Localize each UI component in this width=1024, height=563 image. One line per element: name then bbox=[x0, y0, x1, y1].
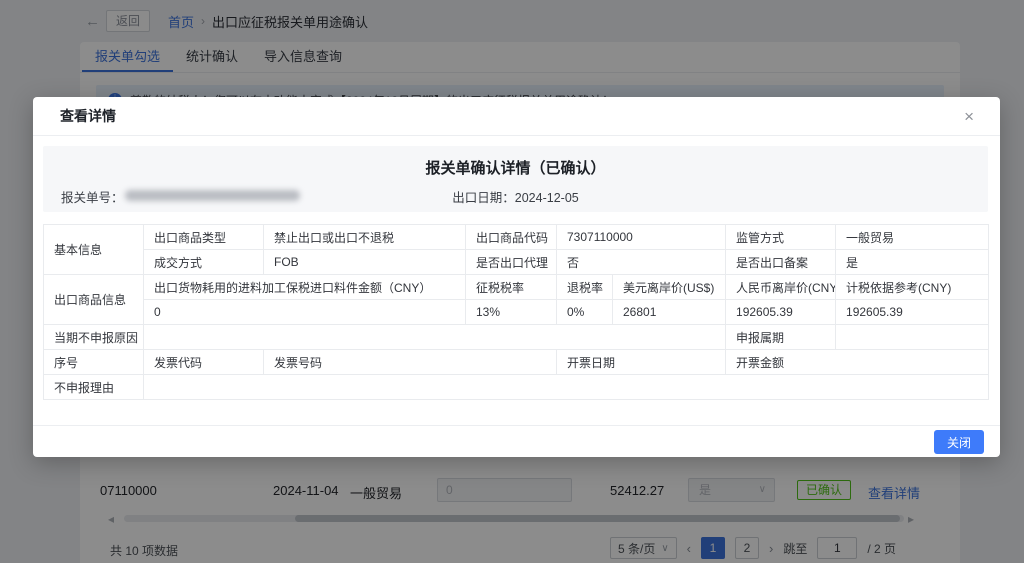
view-details-modal: 查看详情 × 报关单确认详情（已确认） 报关单号： 出口日期：2024-12-0… bbox=[33, 97, 1000, 457]
detail-cell: 是否出口备案 bbox=[726, 250, 836, 275]
modal-title: 查看详情 bbox=[60, 97, 116, 136]
detail-cell: 发票号码 bbox=[264, 350, 557, 375]
detail-table-row: 不申报理由 bbox=[44, 375, 989, 400]
close-button[interactable]: 关闭 bbox=[934, 430, 984, 454]
close-icon[interactable]: × bbox=[964, 97, 974, 136]
detail-table: 基本信息出口商品类型禁止出口或出口不退税出口商品代码7307110000监管方式… bbox=[43, 224, 989, 400]
detail-cell: 是否出口代理 bbox=[466, 250, 557, 275]
summary-panel: 报关单确认详情（已确认） 报关单号： 出口日期：2024-12-05 bbox=[43, 146, 988, 212]
detail-table-row: 出口商品信息出口货物耗用的进料加工保税进口料件金额（CNY）征税税率退税率美元离… bbox=[44, 275, 989, 300]
detail-table-row: 当期不申报原因 申报属期 bbox=[44, 325, 989, 350]
detail-cell: 计税依据参考(CNY) bbox=[836, 275, 989, 300]
detail-table-row: 序号发票代码发票号码开票日期开票金额 bbox=[44, 350, 989, 375]
detail-cell: 13% bbox=[466, 300, 557, 325]
detail-cell: 发票代码 bbox=[144, 350, 264, 375]
detail-cell: 0% bbox=[557, 300, 613, 325]
export-date-value: 2024-12-05 bbox=[515, 191, 579, 205]
modal-footer: 关闭 bbox=[33, 425, 1000, 457]
detail-cell: 成交方式 bbox=[144, 250, 264, 275]
detail-cell: 出口商品代码 bbox=[466, 225, 557, 250]
detail-table-row: 013%0%26801192605.39192605.39 bbox=[44, 300, 989, 325]
detail-cell: 192605.39 bbox=[836, 300, 989, 325]
detail-cell: 当期不申报原因 bbox=[44, 325, 144, 350]
summary-heading: 报关单确认详情（已确认） bbox=[43, 146, 988, 178]
detail-cell: 开票日期 bbox=[557, 350, 726, 375]
detail-table-row: 成交方式FOB是否出口代理否是否出口备案是 bbox=[44, 250, 989, 275]
detail-cell: 是 bbox=[836, 250, 989, 275]
detail-cell: 出口商品类型 bbox=[144, 225, 264, 250]
detail-cell: 7307110000 bbox=[557, 225, 726, 250]
detail-cell: 否 bbox=[557, 250, 726, 275]
detail-cell: 征税税率 bbox=[466, 275, 557, 300]
detail-cell: 26801 bbox=[613, 300, 726, 325]
detail-cell-empty bbox=[836, 325, 989, 350]
detail-cell: 美元离岸价(US$) bbox=[613, 275, 726, 300]
export-date: 出口日期：2024-12-05 bbox=[43, 187, 988, 206]
detail-cell: 基本信息 bbox=[44, 225, 144, 275]
detail-cell: 申报属期 bbox=[726, 325, 836, 350]
detail-cell: 出口货物耗用的进料加工保税进口料件金额（CNY） bbox=[144, 275, 466, 300]
detail-cell-empty bbox=[144, 375, 989, 400]
page: ← 返回 首页 › 出口应征税报关单用途确认 报关单勾选 统计确认 导入信息查询… bbox=[0, 0, 1024, 563]
detail-cell: 序号 bbox=[44, 350, 144, 375]
detail-cell: 开票金额 bbox=[726, 350, 989, 375]
detail-cell: 人民币离岸价(CNY) bbox=[726, 275, 836, 300]
detail-cell: 不申报理由 bbox=[44, 375, 144, 400]
detail-cell: 监管方式 bbox=[726, 225, 836, 250]
detail-cell: 192605.39 bbox=[726, 300, 836, 325]
detail-cell: 禁止出口或出口不退税 bbox=[264, 225, 466, 250]
detail-cell: 退税率 bbox=[557, 275, 613, 300]
detail-cell: 0 bbox=[144, 300, 466, 325]
detail-cell: 一般贸易 bbox=[836, 225, 989, 250]
detail-cell-empty bbox=[144, 325, 726, 350]
detail-cell: 出口商品信息 bbox=[44, 275, 144, 325]
detail-cell: FOB bbox=[264, 250, 466, 275]
modal-header: 查看详情 × bbox=[33, 97, 1000, 136]
export-date-label: 出口日期： bbox=[452, 191, 515, 205]
detail-table-row: 基本信息出口商品类型禁止出口或出口不退税出口商品代码7307110000监管方式… bbox=[44, 225, 989, 250]
